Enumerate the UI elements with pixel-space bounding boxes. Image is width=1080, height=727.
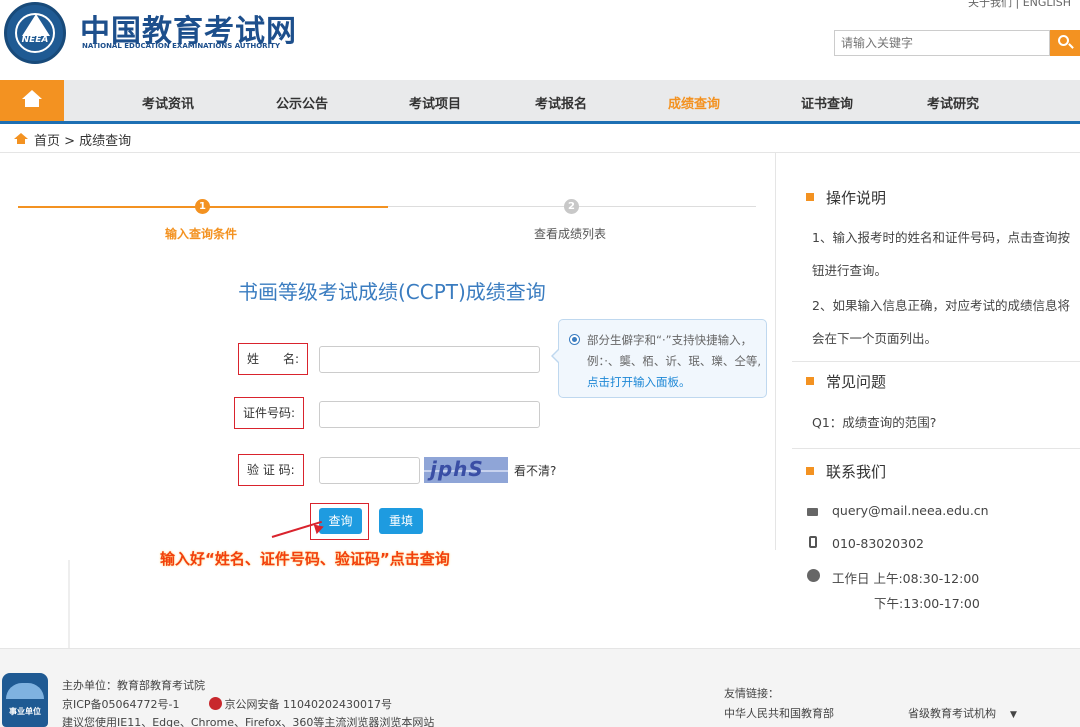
step-1-dot: 1 (195, 199, 210, 214)
id-number-input[interactable] (319, 401, 540, 428)
footer-icp-line: 京ICP备05064772号-1 京公网安备 11040202430017号 (62, 696, 392, 712)
open-input-panel-link[interactable]: 点击打开输入面板。 (587, 375, 691, 389)
step-1-label: 输入查询条件 (165, 227, 238, 241)
tip-text: 部分生僻字和“·”支持快捷输入，例：·、龑、栢、䜣、珉、瓅、仝等, (587, 333, 762, 368)
annotation-text: 输入好“姓名、证件号码、验证码”点击查询 (160, 550, 450, 568)
top-links[interactable]: 关于我们 | ENGLISH (968, 0, 1071, 10)
search-button[interactable] (1050, 30, 1080, 56)
provincial-select-label: 省级教育考试机构 (908, 707, 996, 720)
chevron-down-icon: ▼ (1010, 710, 1017, 720)
ops-item-2: 2、如果输入信息正确，对应考试的成绩信息将会在下一个页面列出。 (812, 298, 1070, 346)
breadcrumb: 首页 > 成绩查询 (0, 124, 1080, 153)
friend-link-provincial-select[interactable]: 省级教育考试机构 ▼ (908, 705, 1017, 721)
contact-phone: 010-83020302 (832, 536, 924, 551)
contact-title: 联系我们 (806, 461, 886, 482)
breadcrumb-text[interactable]: 首页 > 成绩查询 (34, 130, 131, 149)
nav-item-announcements[interactable]: 公示公告 (276, 93, 328, 112)
input-tip-box: 部分生僻字和“·”支持快捷输入，例：·、龑、栢、䜣、珉、瓅、仝等, 点击打开输入面… (551, 319, 767, 398)
clock-icon (807, 569, 820, 582)
query-button[interactable]: 查询 (319, 508, 362, 534)
contact-hours-afternoon: 下午:13:00-17:00 (874, 596, 980, 611)
captcha-refresh-link[interactable]: 看不清? (514, 462, 556, 479)
divider (68, 560, 70, 652)
site-subtitle: NATIONAL EDUCATION EXAMINATIONS AUTHORIT… (82, 42, 281, 50)
captcha-label: 验 证 码: (238, 454, 304, 486)
footer-browser-note: 建议您使用IE11、Edge、Chrome、Firefox、360等主流浏览器浏… (62, 716, 435, 727)
footer-icp[interactable]: 京ICP备05064772号-1 (62, 698, 180, 711)
home-icon (14, 133, 28, 144)
right-sidebar: 操作说明 1、输入报考时的姓名和证件号码，点击查询按钮进行查询。 2、如果输入信… (775, 153, 1080, 611)
contact-hours-morning: 工作日 上午:08:30-12:00 (832, 571, 980, 586)
logo-text: NEEA (21, 35, 49, 45)
ops-title-text: 操作说明 (826, 189, 887, 207)
ops-item-1: 1、输入报考时的姓名和证件号码，点击查询按钮进行查询。 (812, 230, 1070, 278)
site-footer: 事业单位 主办单位：教育部教育考试院 京ICP备05064772号-1 京公网安… (0, 648, 1080, 727)
step-2-label: 查看成绩列表 (534, 227, 607, 241)
contact-title-text: 联系我们 (826, 463, 887, 481)
captcha-text: jphS (430, 457, 484, 481)
nav-item-registration[interactable]: 考试报名 (535, 93, 587, 112)
friend-links-label: 友情链接： (724, 687, 779, 700)
name-label: 姓 名: (238, 343, 309, 375)
home-button[interactable] (0, 80, 64, 121)
faq-title-text: 常见问题 (826, 373, 887, 391)
faq-item-1[interactable]: Q1：成绩查询的范围? (812, 406, 1074, 439)
captcha-image[interactable]: jphS (424, 457, 508, 483)
tip-radio-icon (569, 334, 580, 345)
phone-icon (809, 536, 817, 548)
mail-icon (807, 508, 818, 516)
captcha-input[interactable] (319, 457, 420, 484)
nav-item-exam-programs[interactable]: 考试项目 (409, 93, 461, 112)
public-institution-badge-icon[interactable]: 事业单位 (2, 673, 48, 727)
form-title: 书画等级考试成绩(CCPT)成绩查询 (238, 280, 546, 304)
badge-label: 事业单位 (9, 707, 41, 716)
police-badge-icon (208, 697, 222, 710)
search-input[interactable] (834, 30, 1050, 56)
footer-police[interactable]: 京公网安备 11040202430017号 (225, 698, 392, 711)
footer-host: 主办单位：教育部教育考试院 (62, 679, 205, 692)
friend-link-moe[interactable]: 中华人民共和国教育部 (724, 705, 834, 721)
id-number-label: 证件号码: (234, 397, 305, 429)
ops-title: 操作说明 (806, 187, 886, 208)
name-input[interactable] (319, 346, 540, 373)
main-nav: 考试资讯 公示公告 考试项目 考试报名 成绩查询 证书查询 考试研究 (0, 80, 1080, 124)
reset-button[interactable]: 重填 (379, 508, 423, 534)
neea-logo-icon[interactable]: NEEA (4, 2, 66, 64)
step-2-dot: 2 (564, 199, 579, 214)
nav-item-score-query[interactable]: 成绩查询 (668, 93, 720, 112)
nav-item-exam-research[interactable]: 考试研究 (927, 93, 979, 112)
faq-title: 常见问题 (806, 371, 886, 392)
site-header: NEEA 中国教育考试网 NATIONAL EDUCATION EXAMINAT… (0, 0, 1080, 80)
nav-item-certificate-query[interactable]: 证书查询 (801, 93, 853, 112)
nav-item-exam-news[interactable]: 考试资讯 (142, 93, 194, 112)
contact-email[interactable]: query@mail.neea.edu.cn (832, 503, 989, 518)
